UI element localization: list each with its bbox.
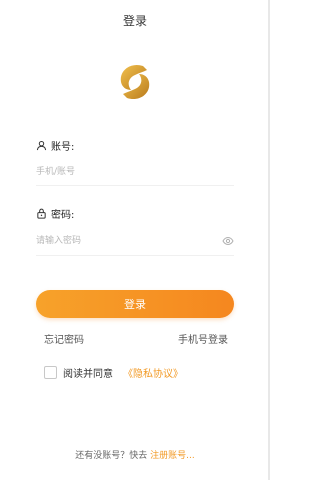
password-input[interactable] (36, 232, 216, 250)
account-label-row: 账号: (36, 138, 74, 153)
forgot-password-link[interactable]: 忘记密码 (44, 331, 84, 346)
user-icon (36, 140, 47, 151)
agreement-row: 阅读并同意 《隐私协议》 (44, 365, 183, 380)
login-button[interactable]: 登录 (36, 290, 234, 318)
register-prompt: 还有没账号？快去 注册账号... (0, 448, 270, 461)
phone-login-link[interactable]: 手机号登录 (178, 331, 228, 346)
page-title: 登录 (122, 14, 147, 28)
account-divider (36, 185, 234, 186)
login-page: 登录 账号: 密码: 登录 (0, 0, 270, 480)
agreement-checkbox[interactable] (44, 366, 57, 379)
password-label: 密码: (51, 210, 75, 221)
password-label-row: 密码: (36, 206, 74, 221)
screen-edge (268, 0, 270, 480)
account-input[interactable] (36, 163, 236, 181)
register-prompt-text: 还有没账号？快去 (75, 451, 148, 461)
privacy-policy-link[interactable]: 《隐私协议》 (123, 365, 183, 380)
eye-icon[interactable] (222, 235, 234, 247)
password-divider (36, 255, 234, 256)
lock-icon (37, 208, 46, 219)
brand-logo (120, 64, 150, 100)
agreement-text: 阅读并同意 (63, 369, 113, 380)
register-link[interactable]: 注册账号... (150, 451, 195, 461)
account-label: 账号: (51, 142, 75, 153)
